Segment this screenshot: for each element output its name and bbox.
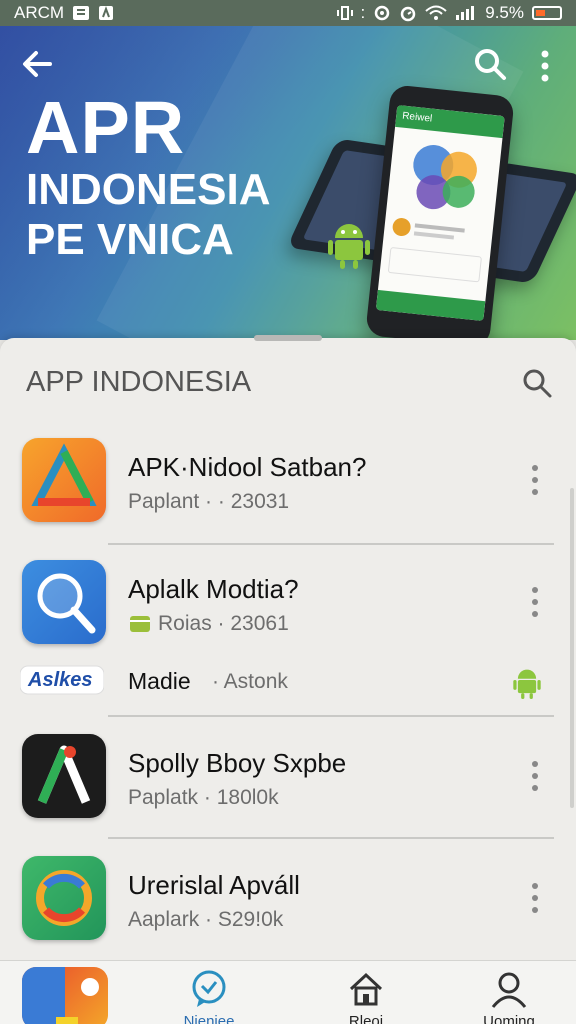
- divider: [108, 837, 554, 839]
- nav-tab-uoming[interactable]: Uoming: [454, 967, 564, 1024]
- hero-title: APR: [26, 86, 186, 169]
- drag-handle[interactable]: [254, 335, 322, 341]
- profile-icon: [491, 972, 527, 1008]
- list-item[interactable]: APK·Nidool Satban? Paplant · · 23031: [0, 438, 576, 538]
- app-launcher-icon[interactable]: [22, 967, 108, 1024]
- wifi-icon: [425, 5, 447, 20]
- hero-banner: APR INDONESIA PE VNICA Reiwel: [0, 26, 576, 340]
- app-meta: Paplant · · 23031: [128, 490, 290, 513]
- carrier-label: ARCM: [14, 3, 65, 22]
- app-name: Urerislal Apváll: [128, 870, 300, 900]
- more-vert-icon[interactable]: [522, 582, 548, 622]
- back-arrow-icon[interactable]: [18, 44, 58, 84]
- more-vert-icon[interactable]: [522, 460, 548, 500]
- hero-subtitle-1: INDONESIA: [26, 165, 271, 214]
- nav-label: Uoming: [483, 1013, 535, 1024]
- signal-icon: [456, 6, 475, 20]
- alarm-icon: [401, 6, 416, 22]
- dot-separator: :: [360, 3, 366, 22]
- sync-icon: [375, 5, 390, 21]
- battery-percent: 9.5%: [485, 3, 524, 22]
- app-notify-icon: [99, 6, 114, 20]
- nav-tab-nieniee[interactable]: Nieniee: [154, 967, 264, 1024]
- more-vert-icon[interactable]: [522, 878, 548, 918]
- letter-a-app-icon: [22, 734, 106, 818]
- divider: [108, 543, 554, 545]
- section-title: APP INDONESIA: [26, 366, 252, 398]
- divider: [108, 715, 554, 717]
- list-search-icon[interactable]: [520, 366, 554, 400]
- app-meta: Roias · 23061: [158, 612, 289, 635]
- hero-subtitle-2: PE VNICA: [26, 215, 234, 264]
- notification-icon: [73, 6, 90, 20]
- list-item[interactable]: Aplalk Modtia? Roias · 23061: [0, 560, 576, 660]
- sub-item-title: Madie: [128, 668, 191, 694]
- phone-screen-title: Reiwel: [395, 104, 505, 139]
- sub-list-item[interactable]: Aslkes Madie · Astonk: [0, 660, 576, 708]
- app-list-card: APP INDONESIA APK·Nidool Satban? Paplant…: [0, 335, 576, 968]
- app-meta: Aaplark · S29!0k: [128, 908, 284, 931]
- phone-illustration: Reiwel: [365, 84, 515, 340]
- app-screen: ARCM : 9.5% APR INDONESIA PE VNICA Reiwe…: [0, 0, 576, 1024]
- magnifier-app-icon: [22, 560, 106, 644]
- sub-item-meta: · Astonk: [212, 670, 288, 693]
- scrollbar[interactable]: [570, 488, 574, 808]
- vibrate-icon: [336, 6, 353, 20]
- package-icon: [130, 616, 150, 632]
- app-name: Spolly Bboy Sxpbe: [128, 748, 347, 778]
- android-robot-icon: [328, 224, 370, 269]
- swirl-app-icon: [22, 856, 106, 940]
- bottom-navigation: Nieniee Rleoi Uoming: [0, 960, 576, 1024]
- nav-label: Nieniee: [183, 1013, 235, 1024]
- more-vert-icon[interactable]: [530, 46, 560, 86]
- app-meta: Paplatk · 180l0k: [128, 786, 279, 809]
- nav-label: Rleoi: [348, 1013, 384, 1024]
- brand-logo: Aslkes: [19, 664, 105, 696]
- home-icon: [349, 972, 383, 1006]
- app-name: APK·Nidool Satban?: [128, 452, 367, 482]
- list-item[interactable]: Urerislal Apváll Aaplark · S29!0k: [0, 856, 576, 956]
- brand-logo-text: Aslkes: [28, 669, 93, 691]
- chat-check-icon: [192, 970, 226, 1007]
- status-bar: ARCM : 9.5%: [0, 0, 576, 26]
- app-name: Aplalk Modtia?: [128, 574, 299, 604]
- android-robot-icon: [513, 669, 541, 699]
- more-vert-icon[interactable]: [522, 756, 548, 796]
- list-item[interactable]: Spolly Bboy Sxpbe Paplatk · 180l0k: [0, 734, 576, 834]
- search-icon[interactable]: [470, 44, 510, 84]
- battery-icon: [532, 6, 562, 20]
- colorful-triangle-app-icon: [22, 438, 106, 522]
- nav-tab-rleoi[interactable]: Rleoi: [311, 967, 421, 1024]
